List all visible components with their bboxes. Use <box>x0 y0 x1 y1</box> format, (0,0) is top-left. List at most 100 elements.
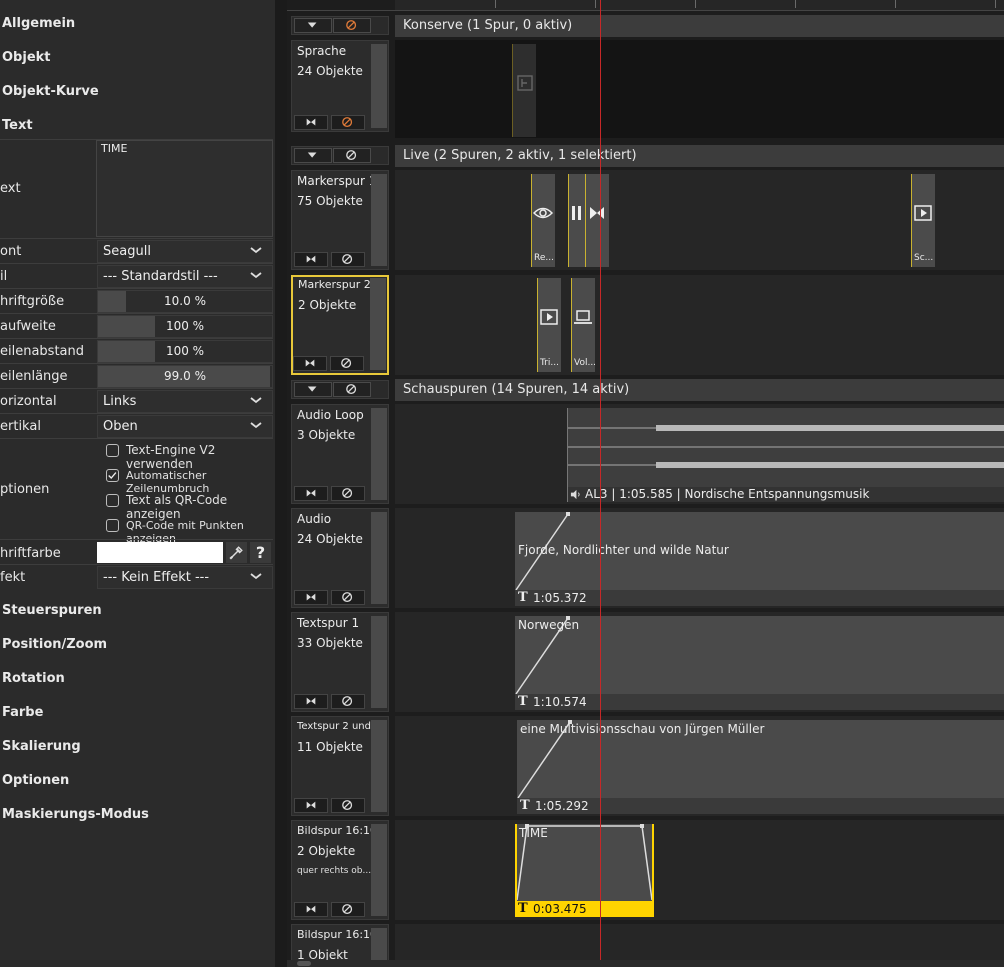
group-header-schauspuren <box>291 380 389 399</box>
group-bar-konserve[interactable]: Konserve (1 Spur, 0 aktiv) <box>395 15 1004 37</box>
track-header-markerspur-1[interactable]: Markerspur 1 75 Objekte <box>291 170 389 270</box>
horizontal-scrollbar[interactable] <box>287 960 1004 967</box>
text-input[interactable]: TIME <box>96 140 273 237</box>
collapse-button[interactable] <box>294 382 332 397</box>
disable-group-button[interactable] <box>333 18 371 33</box>
help-icon[interactable]: ? <box>250 542 271 563</box>
section-rotation[interactable]: Rotation <box>2 671 65 686</box>
playhead[interactable] <box>600 0 601 960</box>
disable-track-button[interactable] <box>331 590 365 605</box>
track-header-sprache[interactable]: Sprache 24 Objekte <box>291 40 389 132</box>
solo-button[interactable] <box>294 798 328 813</box>
solo-button[interactable] <box>294 590 328 605</box>
clip-bildspur-time[interactable]: TIME T 0:03.475 <box>515 824 654 917</box>
font-select[interactable]: Seagull <box>97 240 273 263</box>
schriftgroesse-slider[interactable]: 10.0 % <box>97 290 273 313</box>
collapse-button[interactable] <box>294 18 332 33</box>
prop-row-laufweite: aufweite 100 % <box>0 313 273 338</box>
section-optionen[interactable]: Optionen <box>2 773 69 788</box>
clip-marker-pause[interactable] <box>568 174 585 267</box>
clip-marker-vol[interactable]: Vol... <box>571 278 596 372</box>
clip-marker-cut[interactable] <box>585 174 609 267</box>
solo-button[interactable] <box>294 252 328 267</box>
section-objekt-kurve[interactable]: Objekt-Kurve <box>2 84 99 99</box>
solo-button[interactable] <box>294 902 328 917</box>
section-skalierung[interactable]: Skalierung <box>2 739 81 754</box>
bowtie-icon <box>306 489 316 497</box>
prop-row-font: ont Seagull <box>0 238 273 263</box>
track-header-textspur-1[interactable]: Textspur 1 33 Objekte <box>291 612 389 712</box>
track-header-markerspur-2[interactable]: Markerspur 2 2 Objekte <box>291 275 389 375</box>
track-area-sprache[interactable] <box>395 40 1004 138</box>
disable-track-button[interactable] <box>331 486 365 501</box>
option-checkbox-qr-punkte[interactable] <box>106 519 119 532</box>
section-farbe[interactable]: Farbe <box>2 705 43 720</box>
section-maskierungs-modus[interactable]: Maskierungs-Modus <box>2 807 149 822</box>
chevron-down-icon <box>250 422 262 429</box>
track-header-bildspur-1[interactable]: Bildspur 16:10 2 Objekte quer rechts ob.… <box>291 820 389 920</box>
clip-audio-loop[interactable]: AL3 | 1:05.585 | Nordische Entspannungsm… <box>567 408 1004 502</box>
track-level-bar[interactable] <box>371 512 387 604</box>
clip-textspur-1[interactable]: Norwegen T 1:10.574 <box>515 616 1004 710</box>
horizontal-select[interactable]: Links <box>97 390 273 413</box>
clip-marker-sc[interactable]: Sc... <box>911 174 935 267</box>
disable-track-button[interactable] <box>331 694 365 709</box>
speaker-icon <box>570 489 580 500</box>
track-level-bar[interactable] <box>371 174 387 266</box>
track-header-textspur-2[interactable]: Textspur 2 und... 11 Objekte <box>291 716 389 816</box>
collapse-button[interactable] <box>294 148 332 163</box>
zeilenabstand-slider[interactable]: 100 % <box>97 340 273 363</box>
track-area-bildspur-1[interactable] <box>395 820 1004 920</box>
clip-audio-text[interactable]: Fjorde, Nordlichter und wilde Natur T 1:… <box>515 512 1004 606</box>
option-checkbox-text-engine[interactable] <box>106 444 119 457</box>
track-header-audio[interactable]: Audio 24 Objekte <box>291 508 389 608</box>
option-checkbox-zeilenumbruch[interactable] <box>106 469 119 482</box>
track-level-bar[interactable] <box>371 616 387 708</box>
disable-track-button[interactable] <box>331 115 365 130</box>
track-level-bar[interactable] <box>370 278 386 370</box>
track-header-audio-loop[interactable]: Audio Loop 3 Objekte <box>291 404 389 504</box>
disable-track-button[interactable] <box>330 356 364 371</box>
track-count: 24 Objekte <box>297 532 363 546</box>
group-bar-live[interactable]: Live (2 Spuren, 2 aktiv, 1 selektiert) <box>395 145 1004 167</box>
section-allgemein[interactable]: Allgemein <box>2 16 75 31</box>
track-level-bar[interactable] <box>371 928 387 964</box>
track-area-bildspur-2[interactable] <box>395 924 1004 960</box>
disable-track-button[interactable] <box>331 798 365 813</box>
section-steuerspuren[interactable]: Steuerspuren <box>2 603 102 618</box>
stil-select[interactable]: --- Standardstil --- <box>97 265 273 288</box>
clip-marker-re[interactable]: Re... <box>531 174 555 267</box>
schriftfarbe-swatch[interactable] <box>97 542 223 563</box>
scrollbar-thumb[interactable] <box>297 961 311 966</box>
section-position-zoom[interactable]: Position/Zoom <box>2 637 107 652</box>
laufweite-slider[interactable]: 100 % <box>97 315 273 338</box>
disable-track-button[interactable] <box>331 252 365 267</box>
time-ruler[interactable] <box>395 0 1004 10</box>
disable-group-button[interactable] <box>333 148 371 163</box>
disable-group-button[interactable] <box>333 382 371 397</box>
clip-sprache[interactable] <box>512 44 536 137</box>
group-bar-schauspuren[interactable]: Schauspuren (14 Spuren, 14 aktiv) <box>395 379 1004 401</box>
option-checkbox-qr[interactable] <box>106 494 119 507</box>
track-level-bar[interactable] <box>371 824 387 916</box>
zeilenlaenge-slider[interactable]: 99.0 % <box>97 365 273 388</box>
disable-track-button[interactable] <box>331 902 365 917</box>
track-level-bar[interactable] <box>371 408 387 500</box>
section-text[interactable]: Text <box>2 118 33 133</box>
clip-marker-tri[interactable]: Tri... <box>537 278 561 372</box>
clip-label: Sc... <box>914 253 934 263</box>
solo-button[interactable] <box>294 486 328 501</box>
track-level-bar[interactable] <box>371 44 387 128</box>
effekt-select[interactable]: --- Kein Effekt --- <box>97 566 273 589</box>
solo-button[interactable] <box>294 694 328 709</box>
track-header-bildspur-2[interactable]: Bildspur 16:10 1 Objekt <box>291 924 389 964</box>
solo-button[interactable] <box>293 356 327 371</box>
vertikal-select[interactable]: Oben <box>97 415 273 438</box>
solo-button[interactable] <box>294 115 328 130</box>
track-area-markerspur-2[interactable] <box>395 275 1004 375</box>
eyedropper-button[interactable] <box>226 542 247 563</box>
track-level-bar[interactable] <box>371 720 387 812</box>
section-objekt[interactable]: Objekt <box>2 50 51 65</box>
clip-textspur-2[interactable]: eine Multivisionsschau von Jürgen Müller… <box>517 720 1004 814</box>
panel-splitter[interactable] <box>275 0 287 967</box>
